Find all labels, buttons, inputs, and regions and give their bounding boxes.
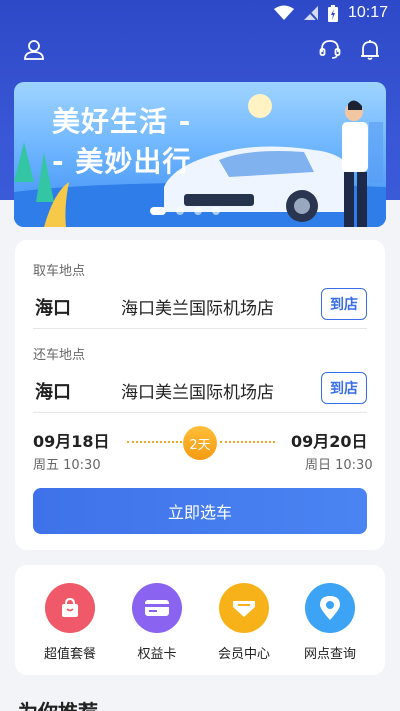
quick-menu: 超值套餐 权益卡 会员中心 网点查询 <box>15 565 385 675</box>
promo-banner[interactable]: 美好生活 - - 美妙出行 <box>14 82 386 227</box>
wifi-icon <box>273 5 294 20</box>
banner-slogan: 美好生活 - - 美妙出行 <box>52 102 191 182</box>
menu-item-member-center[interactable]: 会员中心 <box>204 583 284 662</box>
banner-dot[interactable] <box>194 207 202 215</box>
location-icon <box>305 583 355 633</box>
menu-label: 网点查询 <box>303 647 356 662</box>
menu-label: 超值套餐 <box>43 647 96 662</box>
vip-icon <box>219 583 269 633</box>
pickup-label: 取车地点 <box>33 264 86 279</box>
return-date[interactable]: 09月20日 <box>291 428 368 452</box>
menu-label: 会员中心 <box>217 647 270 662</box>
card-icon <box>132 583 182 633</box>
date-connector-left <box>127 441 182 443</box>
pickup-weekday-time[interactable]: 周五 10:30 <box>33 454 101 473</box>
status-time: 10:17 <box>347 4 388 21</box>
return-city[interactable]: 海口 <box>35 378 71 404</box>
top-nav <box>0 36 400 66</box>
battery-icon <box>327 4 338 22</box>
recommend-section-title: 为你推荐 <box>18 696 98 711</box>
banner-dot[interactable] <box>212 207 220 215</box>
status-bar: 10:17 <box>0 0 400 28</box>
bell-icon[interactable] <box>358 38 382 62</box>
return-store[interactable]: 海口美兰国际机场店 <box>121 378 274 403</box>
pickup-to-store-button[interactable]: 到店 <box>321 288 367 320</box>
menu-item-branch-query[interactable]: 网点查询 <box>290 583 370 662</box>
user-icon[interactable] <box>22 38 46 62</box>
menu-item-benefit-card[interactable]: 权益卡 <box>117 583 197 662</box>
date-connector-right <box>220 441 275 443</box>
banner-line-2: - 美妙出行 <box>52 145 192 178</box>
booking-card: 取车地点 海口 海口美兰国际机场店 到店 还车地点 海口 海口美兰国际机场店 到… <box>15 240 385 550</box>
select-car-button[interactable]: 立即选车 <box>33 488 367 534</box>
menu-item-value-package[interactable]: 超值套餐 <box>30 583 110 662</box>
signal-icon <box>303 6 318 21</box>
return-weekday-time[interactable]: 周日 10:30 <box>305 454 373 473</box>
return-label: 还车地点 <box>33 348 86 363</box>
return-to-store-button[interactable]: 到店 <box>321 372 367 404</box>
banner-dot[interactable] <box>176 207 184 215</box>
headset-icon[interactable] <box>318 38 342 62</box>
pickup-city[interactable]: 海口 <box>35 294 71 320</box>
pickup-date[interactable]: 09月18日 <box>33 428 110 452</box>
banner-pagination <box>150 207 220 215</box>
gift-bag-icon <box>45 583 95 633</box>
banner-line-1: 美好生活 - <box>52 105 192 138</box>
divider <box>33 412 367 413</box>
divider <box>33 328 367 329</box>
menu-label: 权益卡 <box>137 647 177 662</box>
banner-dot[interactable] <box>150 207 166 215</box>
rental-duration-badge: 2天 <box>183 426 217 460</box>
pickup-store[interactable]: 海口美兰国际机场店 <box>121 294 274 319</box>
